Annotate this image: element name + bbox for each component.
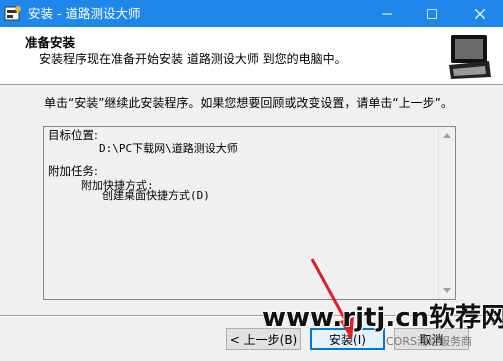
tasks-label: 附加任务: [48,164,98,178]
task-item: 创建桌面快捷方式(D) [102,189,210,202]
scroll-up-button[interactable] [439,127,455,144]
title-bar: 安装 - 道路测设大师 [0,0,503,27]
chevron-down-icon [443,288,451,293]
wechat-watermark: CORS测绘服务商 [386,335,472,348]
maximize-button[interactable] [409,0,455,27]
close-button[interactable] [457,0,503,27]
wizard-header: 准备安装 安装程序现在准备开始安装 道路测设大师 到您的电脑中。 [0,27,503,85]
instruction-text: 单击“安装”继续此安装程序。如果您想要回顾或改变设置，请单击“上一步”。 [44,96,453,110]
minimize-icon [382,13,392,14]
installer-app-icon [4,6,21,21]
installer-logo-icon [445,31,495,81]
close-icon [475,8,485,19]
page-title: 准备安装 [25,35,76,50]
site-watermark: www.rjtj.cn软荐网 [262,303,503,333]
maximize-icon [427,8,437,19]
destination-value: D:\PC下载网\道路测设大师 [99,142,238,155]
page-description: 安装程序现在准备开始安装 道路测设大师 到您的电脑中。 [39,52,347,66]
minimize-button[interactable] [364,0,410,27]
settings-summary-memo[interactable]: 目标位置: D:\PC下载网\道路测设大师 附加任务: 附加快捷方式: 创建桌面… [43,126,456,300]
memo-scrollbar[interactable] [438,127,455,299]
destination-label: 目标位置: [48,128,98,142]
window-title: 安装 - 道路测设大师 [28,6,141,21]
chevron-up-icon [443,133,451,138]
